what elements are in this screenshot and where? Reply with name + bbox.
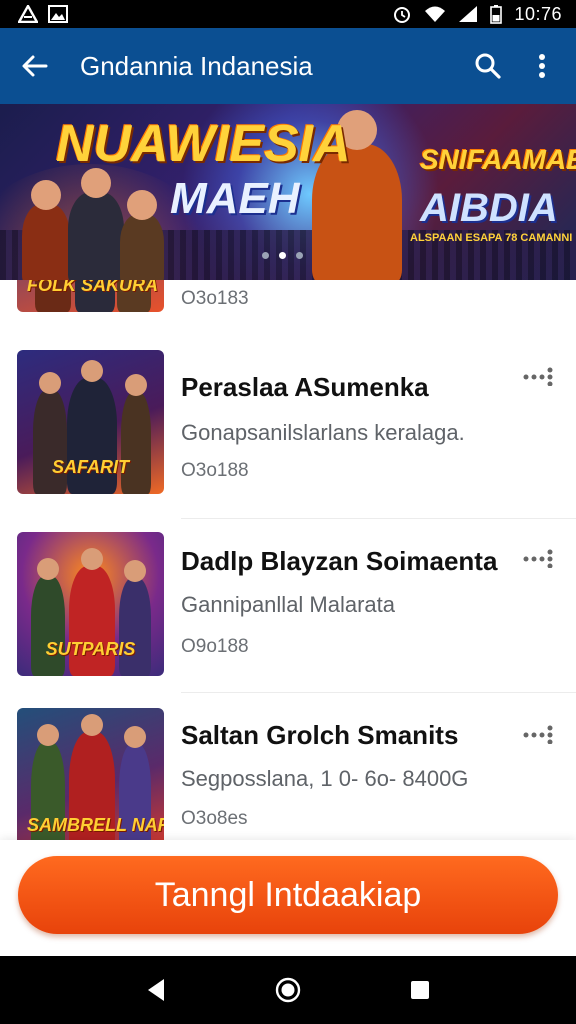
back-button[interactable] <box>14 46 54 86</box>
item-meta: O9o188 <box>181 636 249 657</box>
game-thumbnail: FOLK SAKURA <box>17 280 164 312</box>
banner-pager <box>262 252 303 259</box>
item-title: Dadlp Blayzan Soimaenta <box>181 546 498 576</box>
nav-back-button[interactable] <box>136 970 176 1010</box>
item-subtitle: Segposslana, 1 0- 6o- 8400G <box>181 766 469 791</box>
alarm-icon <box>392 4 412 24</box>
list-item[interactable]: FOLK SAKURA O3o183 <box>0 280 576 312</box>
item-meta: O3o183 <box>181 288 249 309</box>
banner-character <box>22 180 70 280</box>
item-title: Saltan Grolch Smanits <box>181 720 459 750</box>
more-options-icon <box>523 367 553 386</box>
item-more-button[interactable] <box>518 722 558 746</box>
nav-recents-button[interactable] <box>400 970 440 1010</box>
search-icon <box>475 53 501 79</box>
divider <box>181 692 576 693</box>
thumbnail-logo: SAMBRELL NARDS <box>27 815 164 835</box>
banner-character <box>120 190 164 280</box>
pager-dot[interactable] <box>262 252 269 259</box>
battery-icon <box>490 4 503 24</box>
list-item[interactable]: SAMBRELL NARDS Saltan Grolch Smanits Seg… <box>0 708 576 840</box>
list-item[interactable]: SAFARIT Peraslaa ASumenka Gonapsanilslar… <box>0 350 576 494</box>
more-options-icon <box>523 725 553 744</box>
thumbnail-logo: SUTPARIS <box>45 639 136 659</box>
primary-action-button[interactable]: Tanngl Intdaakiap <box>18 856 558 934</box>
pager-dot[interactable] <box>296 252 303 259</box>
item-more-button[interactable] <box>518 364 558 388</box>
banner-character <box>68 168 124 280</box>
item-subtitle: Gannipanllal Malarata <box>181 592 396 617</box>
pager-dot-active[interactable] <box>279 252 286 259</box>
status-bar: 10:76 <box>0 0 576 28</box>
banner-title: AIBDIA <box>420 186 558 230</box>
overflow-menu-button[interactable] <box>520 44 564 88</box>
thumbnail-logo: FOLK SAKURA <box>27 280 158 295</box>
bottom-action-area: Tanngl Intdaakiap <box>0 840 576 956</box>
app-notification-icon <box>18 5 38 23</box>
item-more-button[interactable] <box>518 546 558 570</box>
list-item[interactable]: SUTPARIS Dadlp Blayzan Soimaenta Gannipa… <box>0 532 576 676</box>
square-recents-icon <box>411 981 429 999</box>
image-notification-icon <box>48 5 68 23</box>
search-button[interactable] <box>466 44 510 88</box>
thumbnail-logo: SAFARIT <box>51 457 129 477</box>
game-list: FOLK SAKURA O3o183 SAFARIT Peraslaa ASum… <box>0 280 576 840</box>
banner-title: NUAWIESIA <box>56 115 351 173</box>
item-meta: O3o188 <box>181 460 249 481</box>
arrow-left-icon <box>22 55 48 77</box>
more-options-icon <box>523 549 553 568</box>
item-title: Peraslaa ASumenka <box>181 372 429 402</box>
banner-tagline: ALSPAAN ESAPA 78 CAMANNI <box>410 232 573 244</box>
app-bar: Gndannia Indanesia <box>0 28 576 104</box>
item-meta: O3o8es <box>181 808 248 829</box>
game-thumbnail: SAFARIT <box>17 350 164 494</box>
triangle-back-icon <box>148 979 164 1001</box>
game-thumbnail: SUTPARIS <box>17 532 164 676</box>
divider <box>181 518 576 519</box>
clock-time: 10:76 <box>514 3 562 24</box>
signal-icon <box>458 5 478 23</box>
banner-title: MAEH <box>170 174 300 223</box>
page-title: Gndannia Indanesia <box>80 50 313 81</box>
more-vert-icon <box>539 54 545 78</box>
wifi-icon <box>424 5 446 23</box>
circle-home-icon <box>275 977 301 1003</box>
banner-title: SNIFAAMAE <box>420 144 576 175</box>
game-thumbnail: SAMBRELL NARDS <box>17 708 164 840</box>
promo-banner[interactable]: NUAWIESIA MAEH SNIFAAMAE AIBDIA ALSPAAN … <box>0 104 576 280</box>
item-subtitle: Gonapsanilslarlans keralaga. <box>181 420 465 445</box>
nav-home-button[interactable] <box>268 970 308 1010</box>
system-nav-bar <box>0 956 576 1024</box>
